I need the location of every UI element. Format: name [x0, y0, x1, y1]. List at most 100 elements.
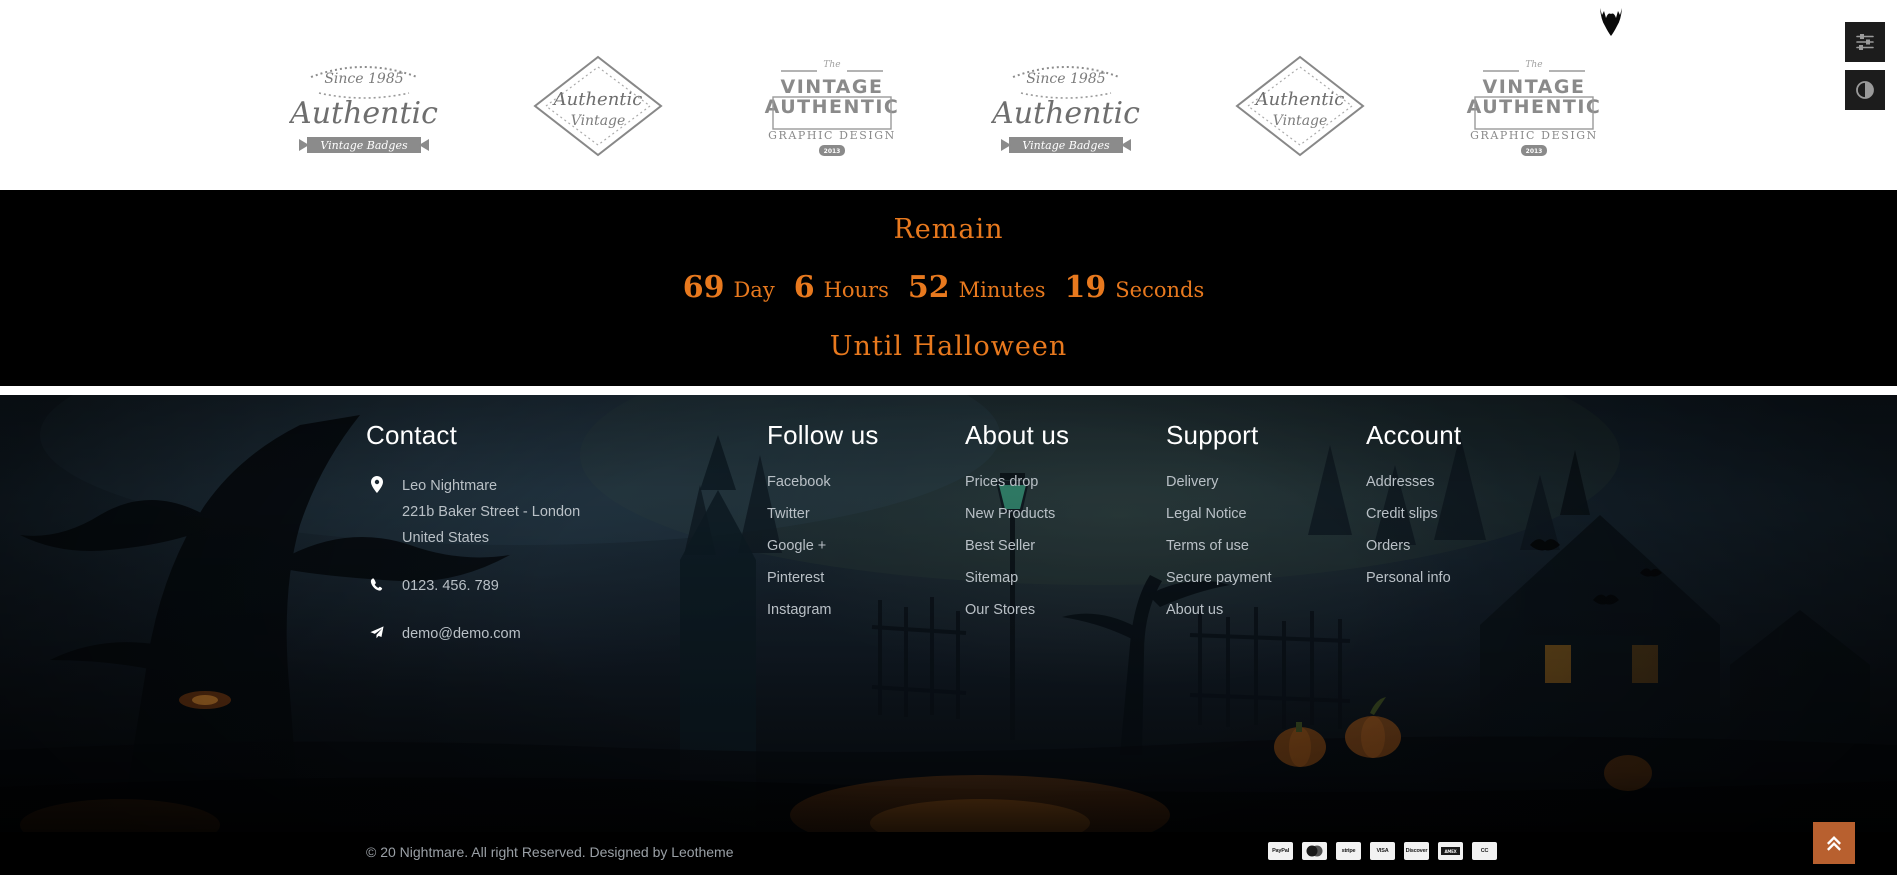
svg-text:Authentic: Authentic — [991, 96, 1140, 131]
site-footer: Contact Leo Nightmare 221b Baker Street … — [0, 395, 1897, 832]
brand-logo-vintage-authentic-graphic-2[interactable]: The VINTAGE AUTHENTIC GRAPHIC DESIGN 201… — [1459, 51, 1609, 161]
payment-icon-stripe: stripe — [1336, 842, 1361, 860]
support-links: Delivery Legal Notice Terms of use Secur… — [1166, 473, 1272, 619]
page-root: Since 1985 Authentic Vintage Badges Auth… — [0, 0, 1897, 875]
list-item: Sitemap — [965, 569, 1069, 587]
list-item: Twitter — [767, 505, 879, 523]
svg-text:Authentic: Authentic — [1253, 89, 1344, 110]
footer-column-about-us: About us Prices drop New Products Best S… — [965, 420, 1069, 633]
contact-phone[interactable]: 0123. 456. 789 — [366, 573, 726, 599]
bat-icon — [1595, 2, 1627, 38]
svg-text:2013: 2013 — [1525, 148, 1542, 155]
contact-email[interactable]: demo@demo.com — [366, 621, 726, 647]
sliders-icon — [1856, 34, 1874, 50]
scroll-to-top-button[interactable] — [1813, 822, 1855, 864]
footer-column-contact: Contact Leo Nightmare 221b Baker Street … — [366, 420, 726, 669]
svg-text:Authentic: Authentic — [551, 89, 642, 110]
link-addresses[interactable]: Addresses — [1366, 474, 1435, 490]
address-lines: Leo Nightmare 221b Baker Street - London… — [402, 473, 580, 551]
vintage-authentic-graphic-icon: The VINTAGE AUTHENTIC GRAPHIC DESIGN 201… — [1466, 60, 1601, 156]
link-legal-notice[interactable]: Legal Notice — [1166, 506, 1247, 522]
link-twitter[interactable]: Twitter — [767, 506, 810, 522]
list-item: Addresses — [1366, 473, 1461, 491]
copyright-bar: © 20 Nightmare. All right Reserved. Desi… — [0, 832, 1897, 875]
svg-text:The: The — [823, 60, 840, 70]
link-orders[interactable]: Orders — [1366, 538, 1410, 554]
svg-text:Authentic: Authentic — [289, 96, 438, 131]
contact-title: Contact — [366, 420, 458, 450]
email-address: demo@demo.com — [402, 626, 521, 642]
list-item: Best Seller — [965, 537, 1069, 555]
svg-text:The: The — [1525, 60, 1542, 70]
vintage-authentic-graphic-icon: The VINTAGE AUTHENTIC GRAPHIC DESIGN 201… — [764, 60, 897, 156]
link-prices-drop[interactable]: Prices drop — [965, 474, 1038, 490]
link-new-products[interactable]: New Products — [965, 506, 1055, 522]
paper-plane-icon — [366, 621, 388, 641]
svg-text:Vintage Badges: Vintage Badges — [320, 139, 408, 152]
follow-links: Facebook Twitter Google + Pinterest Inst… — [767, 473, 879, 619]
settings-sliders-button[interactable] — [1845, 22, 1885, 62]
footer-column-follow-us: Follow us Facebook Twitter Google + Pint… — [767, 420, 879, 633]
list-item: About us — [1166, 601, 1272, 619]
countdown-title: Remain — [893, 214, 1004, 245]
link-about-us[interactable]: About us — [1166, 602, 1223, 618]
footer-column-support: Support Delivery Legal Notice Terms of u… — [1166, 420, 1272, 633]
list-item: Instagram — [767, 601, 879, 619]
link-secure-payment[interactable]: Secure payment — [1166, 570, 1272, 586]
authentic-badge-icon: Since 1985 Authentic Vintage Badges — [991, 66, 1140, 153]
brand-logo-authentic-vintage-badges-1[interactable]: Since 1985 Authentic Vintage Badges — [289, 51, 439, 161]
brand-logo-authentic-vintage-diamond-2[interactable]: Authentic Vintage — [1225, 51, 1375, 161]
link-facebook[interactable]: Facebook — [767, 474, 831, 490]
countdown-minutes-label: Minutes — [958, 278, 1046, 302]
link-instagram[interactable]: Instagram — [767, 602, 831, 618]
brand-logo-authentic-vintage-diamond-1[interactable]: Authentic Vintage — [523, 51, 673, 161]
svg-text:Vintage Badges: Vintage Badges — [1022, 139, 1110, 152]
contrast-toggle-button[interactable] — [1845, 70, 1885, 110]
brand-logo-vintage-authentic-graphic-1[interactable]: The VINTAGE AUTHENTIC GRAPHIC DESIGN 201… — [757, 51, 907, 161]
list-item: Delivery — [1166, 473, 1272, 491]
address-line-1: Leo Nightmare — [402, 478, 498, 494]
list-item: New Products — [965, 505, 1069, 523]
list-item: Google + — [767, 537, 879, 555]
about-title: About us — [965, 420, 1070, 450]
list-item: Our Stores — [965, 601, 1069, 619]
list-item: Personal info — [1366, 569, 1461, 587]
list-item: Terms of use — [1166, 537, 1272, 555]
countdown-hours-value: 6 — [793, 270, 815, 305]
list-item: Prices drop — [965, 473, 1069, 491]
brand-logo-authentic-vintage-badges-2[interactable]: Since 1985 Authentic Vintage Badges — [991, 51, 1141, 161]
link-personal-info[interactable]: Personal info — [1366, 570, 1451, 586]
follow-title: Follow us — [767, 420, 879, 450]
svg-text:AUTHENTIC: AUTHENTIC — [1466, 96, 1601, 118]
link-sitemap[interactable]: Sitemap — [965, 570, 1018, 586]
svg-text:VINTAGE: VINTAGE — [1482, 76, 1585, 98]
link-google-plus[interactable]: Google + — [767, 538, 826, 554]
svg-text:GRAPHIC DESIGN: GRAPHIC DESIGN — [768, 129, 896, 142]
footer-columns: Contact Leo Nightmare 221b Baker Street … — [0, 395, 1897, 832]
authentic-vintage-diamond-icon: Authentic Vintage — [532, 55, 663, 157]
payment-icon-discover: Discover — [1404, 842, 1429, 860]
link-delivery[interactable]: Delivery — [1166, 474, 1218, 490]
phone-icon — [366, 573, 388, 593]
section-divider — [0, 386, 1897, 395]
footer-column-account: Account Addresses Credit slips Orders Pe… — [1366, 420, 1461, 601]
halloween-countdown-banner: Remain 69 Day 6 Hours 52 Minutes 19 Seco… — [0, 190, 1897, 386]
list-item: Secure payment — [1166, 569, 1272, 587]
link-terms-of-use[interactable]: Terms of use — [1166, 538, 1249, 554]
link-pinterest[interactable]: Pinterest — [767, 570, 824, 586]
countdown-timer: 69 Day 6 Hours 52 Minutes 19 Seconds — [683, 270, 1215, 305]
authentic-badge-icon: Since 1985 Authentic Vintage Badges — [289, 66, 438, 153]
countdown-minutes-value: 52 — [907, 270, 950, 305]
link-credit-slips[interactable]: Credit slips — [1366, 506, 1438, 522]
svg-text:GRAPHIC DESIGN: GRAPHIC DESIGN — [1470, 129, 1598, 142]
countdown-days-value: 69 — [682, 270, 725, 305]
list-item: Credit slips — [1366, 505, 1461, 523]
contact-address: Leo Nightmare 221b Baker Street - London… — [366, 473, 726, 551]
payment-methods: PayPal stripe VISA Discover AMEX CC — [1268, 842, 1497, 860]
countdown-days-label: Day — [733, 278, 775, 302]
link-our-stores[interactable]: Our Stores — [965, 602, 1035, 618]
link-best-seller[interactable]: Best Seller — [965, 538, 1035, 554]
svg-text:Since 1985: Since 1985 — [324, 71, 403, 87]
contrast-icon — [1856, 81, 1874, 99]
address-line-2: 221b Baker Street - London — [402, 504, 581, 520]
